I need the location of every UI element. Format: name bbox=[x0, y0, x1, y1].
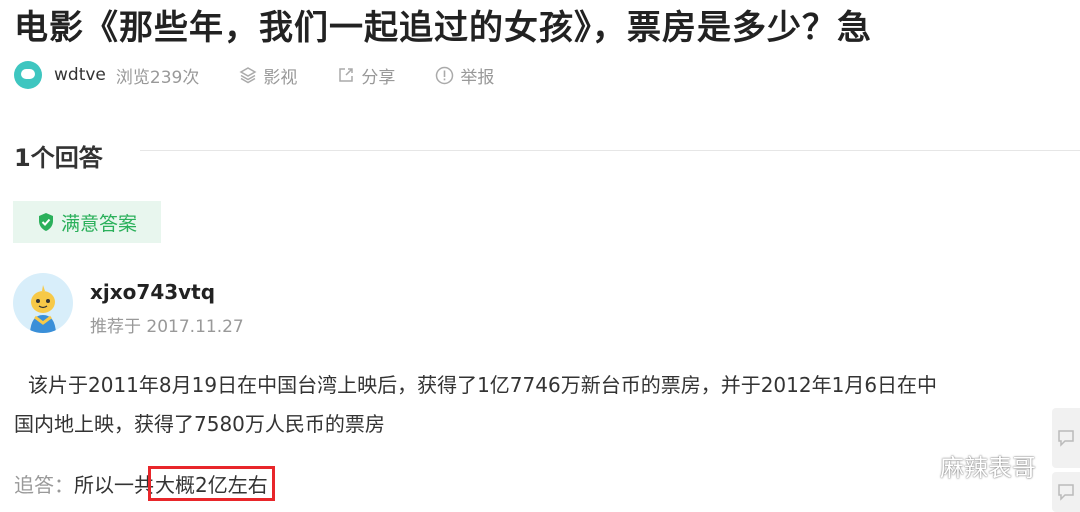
report-button[interactable]: 举报 bbox=[435, 63, 494, 88]
comment-icon bbox=[1058, 430, 1074, 447]
recommended-date: 推荐于 2017.11.27 bbox=[90, 317, 244, 337]
alert-icon bbox=[435, 66, 454, 85]
share-label: 分享 bbox=[361, 67, 396, 88]
answer-line-2: 国内地上映，获得了7580万人民币的票房 bbox=[14, 412, 385, 436]
watermark-text: 麻辣表哥 bbox=[940, 454, 1036, 482]
followup: 追答： 所以一共 大概2亿左右 bbox=[14, 466, 275, 501]
wechat-icon bbox=[899, 452, 930, 477]
question-title: 电影《那些年，我们一起追过的女孩》，票房是多少？急 bbox=[14, 8, 872, 48]
question-meta: wdtve 浏览239次 影视 分享 举报 bbox=[14, 60, 494, 90]
best-answer-badge: 满意答案 bbox=[13, 201, 161, 243]
followup-highlight: 大概2亿左右 bbox=[148, 466, 275, 501]
followup-text: 所以一共 bbox=[74, 473, 154, 497]
divider bbox=[140, 150, 1080, 151]
share-icon bbox=[337, 66, 355, 84]
followup-label: 追答： bbox=[14, 473, 74, 497]
report-label: 举报 bbox=[460, 67, 495, 88]
best-answer-label: 满意答案 bbox=[60, 212, 137, 235]
answers-count-heading: 1个回答 bbox=[14, 144, 103, 172]
side-comment-button[interactable] bbox=[1052, 408, 1080, 468]
asker-name[interactable]: wdtve bbox=[54, 65, 106, 85]
answer-line-1: 该片于2011年8月19日在中国台湾上映后，获得了1亿7746万新台币的票房，并… bbox=[28, 373, 938, 397]
watermark: 麻辣表哥 bbox=[898, 448, 1036, 483]
answerer-name[interactable]: xjxo743vtq bbox=[90, 280, 215, 304]
category-link[interactable]: 影视 bbox=[239, 63, 297, 88]
answer-content: 该片于2011年8月19日在中国台湾上映后，获得了1亿7746万新台币的票房，并… bbox=[14, 366, 1080, 444]
side-message-button[interactable] bbox=[1052, 472, 1080, 512]
shield-check-icon bbox=[38, 213, 53, 231]
view-count: 浏览239次 bbox=[115, 67, 200, 88]
category-label: 影视 bbox=[263, 67, 298, 88]
layers-icon bbox=[239, 66, 257, 84]
asker-avatar[interactable] bbox=[14, 61, 42, 89]
answerer-avatar[interactable] bbox=[13, 273, 73, 333]
message-icon bbox=[1058, 484, 1074, 501]
share-button[interactable]: 分享 bbox=[337, 63, 395, 88]
